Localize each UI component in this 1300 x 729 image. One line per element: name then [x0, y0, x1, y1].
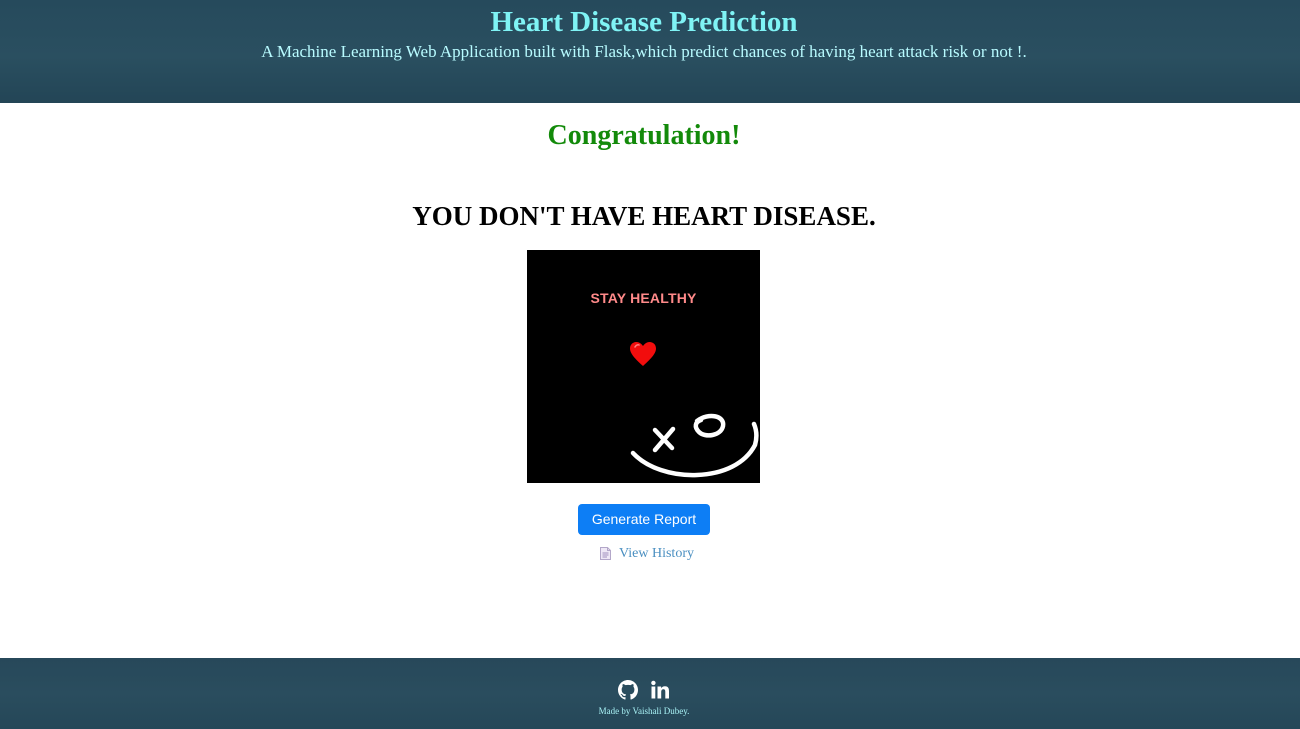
xo-smile-doodle [630, 413, 759, 478]
view-history-link[interactable]: View History [600, 545, 694, 563]
heart-icon [630, 342, 656, 366]
document-icon [600, 546, 611, 560]
generate-report-button[interactable]: Generate Report [578, 504, 710, 535]
github-icon[interactable] [618, 680, 638, 700]
social-links [618, 680, 670, 700]
stay-healthy-text: STAY HEALTHY [590, 290, 697, 306]
header: Heart Disease Prediction A Machine Learn… [0, 0, 1300, 103]
footer-credit: Made by Vaishali Dubey. [598, 706, 690, 716]
page-subtitle: A Machine Learning Web Application built… [261, 42, 1027, 61]
view-history-label: View History [619, 546, 694, 561]
prediction-result: YOU DON'T HAVE HEART DISEASE. [412, 201, 876, 231]
page-title: Heart Disease Prediction [490, 6, 798, 38]
linkedin-icon[interactable] [650, 680, 670, 700]
stay-healthy-image: STAY HEALTHY [527, 250, 760, 483]
congratulation-heading: Congratulation! [547, 120, 741, 151]
